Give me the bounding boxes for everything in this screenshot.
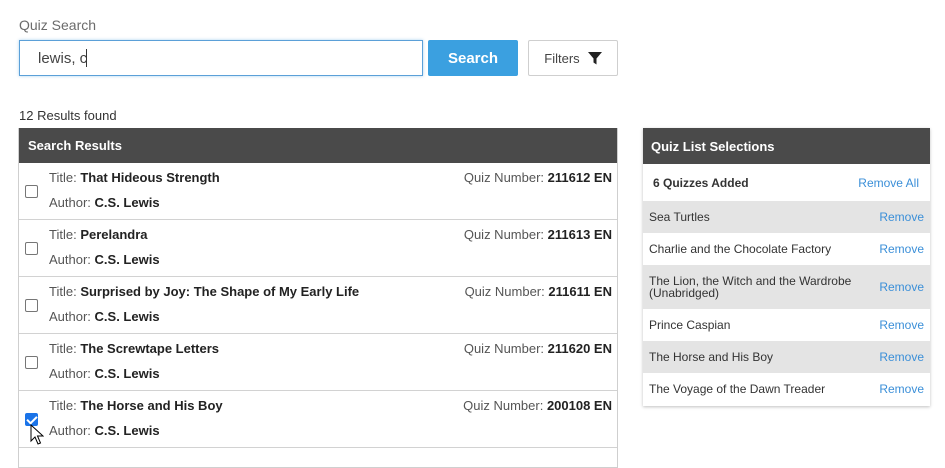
result-checkbox[interactable] [25,299,38,312]
remove-link[interactable]: Remove [879,280,924,294]
quiz-list-item: The Lion, the Witch and the Wardrobe (Un… [643,265,930,309]
result-author: Author: C.S. Lewis [49,195,160,210]
result-author: Author: C.S. Lewis [49,309,160,324]
result-checkbox[interactable] [25,242,38,255]
result-title: Title: Perelandra [49,227,148,242]
quiz-list-item-name: Charlie and the Chocolate Factory [649,242,832,256]
quiz-search-label: Quiz Search [19,17,97,33]
result-checkbox[interactable] [25,356,38,369]
result-title: Title: The Screwtape Letters [49,341,219,356]
result-title-value[interactable]: Perelandra [80,227,147,242]
quiz-number-value: 211611 EN [548,284,612,299]
quiz-list-item-name: The Horse and His Boy [649,350,774,364]
search-results-panel: Search Results Title: That Hideous Stren… [18,128,618,468]
filter-funnel-icon [587,51,602,64]
title-prefix: Title: [49,398,81,413]
result-row: Title: Perelandra Author: C.S. Lewis Quiz … [19,220,617,277]
remove-link[interactable]: Remove [879,242,924,256]
title-prefix: Title: [49,284,81,299]
search-input[interactable] [19,40,423,76]
quiz-prefix: Quiz Number: [463,227,548,242]
quiz-number-value: 200108 EN [546,398,612,413]
result-quiz-number: Quiz Number: 211613 EN [464,227,612,242]
quiz-prefix: Quiz Number: [463,170,548,185]
quiz-list-item: The Horse and His Boy Remove [643,341,930,373]
quiz-number-value: 211613 EN [547,227,612,242]
result-author-value: C.S. Lewis [94,252,160,267]
author-prefix: Author: [49,309,95,324]
result-quiz-number: Quiz Number: 200108 EN [463,398,612,413]
result-title: Title: The Horse and His Boy [49,398,223,413]
result-title-value[interactable]: Surprised by Joy: The Shape of My Early … [80,284,359,299]
remove-link[interactable]: Remove [879,210,924,224]
quiz-prefix: Quiz Number: [463,341,548,356]
quiz-list-item: Prince Caspian Remove [643,309,930,341]
filters-button[interactable]: Filters [528,40,618,76]
quiz-list-item-name: Prince Caspian [649,318,731,332]
result-title-value[interactable]: That Hideous Strength [80,170,219,185]
title-prefix: Title: [49,170,81,185]
title-prefix: Title: [49,341,81,356]
quiz-list-item: The Voyage of the Dawn Treader Remove [643,373,930,405]
filters-button-label: Filters [544,50,580,66]
remove-link[interactable]: Remove [879,318,924,332]
search-button[interactable]: Search [428,40,518,76]
quiz-prefix: Quiz Number: [463,398,547,413]
result-author-value: C.S. Lewis [94,366,160,381]
result-author-value: C.S. Lewis [94,309,160,324]
remove-all-link[interactable]: Remove All [858,176,919,190]
quiz-list-header: Quiz List Selections [643,128,930,164]
result-author: Author: C.S. Lewis [49,366,160,381]
result-row: Title: Surprised by Joy: The Shape of My… [19,277,617,334]
author-prefix: Author: [49,195,95,210]
result-title-value[interactable]: The Horse and His Boy [80,398,222,413]
result-row: Title: The Screwtape Letters Author: C.S.… [19,334,617,391]
quiz-list-item-name: The Voyage of the Dawn Treader [649,382,826,396]
remove-link[interactable]: Remove [879,350,924,364]
author-prefix: Author: [49,252,95,267]
mouse-pointer-icon [30,424,44,445]
title-prefix: Title: [49,227,81,242]
quiz-list-item-name: The Lion, the Witch and the Wardrobe (Un… [649,274,852,300]
search-results-header: Search Results [19,128,617,163]
author-prefix: Author: [49,423,95,438]
text-caret [86,49,87,67]
result-author: Author: C.S. Lewis [49,423,160,438]
quiz-list-summary: 6 Quizzes Added Remove All [643,164,930,201]
result-title: Title: That Hideous Strength [49,170,220,185]
result-author-value: C.S. Lewis [94,423,160,438]
result-row: Title: The Horse and His Boy Author: C.S.… [19,391,617,448]
result-row: Title: That Hideous Strength Author: C.S.… [19,163,617,220]
result-title-value[interactable]: The Screwtape Letters [80,341,219,356]
remove-link[interactable]: Remove [879,382,924,396]
quiz-list-item: Sea Turtles Remove [643,201,930,233]
quizzes-added-count: 6 Quizzes Added [653,175,749,190]
author-prefix: Author: [49,366,95,381]
quiz-number-value: 211620 EN [547,341,612,356]
result-title: Title: Surprised by Joy: The Shape of My… [49,284,359,299]
quiz-list-item-name: Sea Turtles [649,210,710,224]
quiz-number-value: 211612 EN [547,170,612,185]
result-checkbox[interactable] [25,185,38,198]
quiz-list-panel: Quiz List Selections 6 Quizzes Added Rem… [643,128,930,406]
result-quiz-number: Quiz Number: 211612 EN [464,170,612,185]
quiz-prefix: Quiz Number: [464,284,549,299]
results-count: 12 Results found [19,108,117,123]
quiz-list-item: Charlie and the Chocolate Factory Remove [643,233,930,265]
result-quiz-number: Quiz Number: 211611 EN [465,284,612,299]
result-quiz-number: Quiz Number: 211620 EN [464,341,612,356]
result-author-value: C.S. Lewis [94,195,160,210]
result-author: Author: C.S. Lewis [49,252,160,267]
